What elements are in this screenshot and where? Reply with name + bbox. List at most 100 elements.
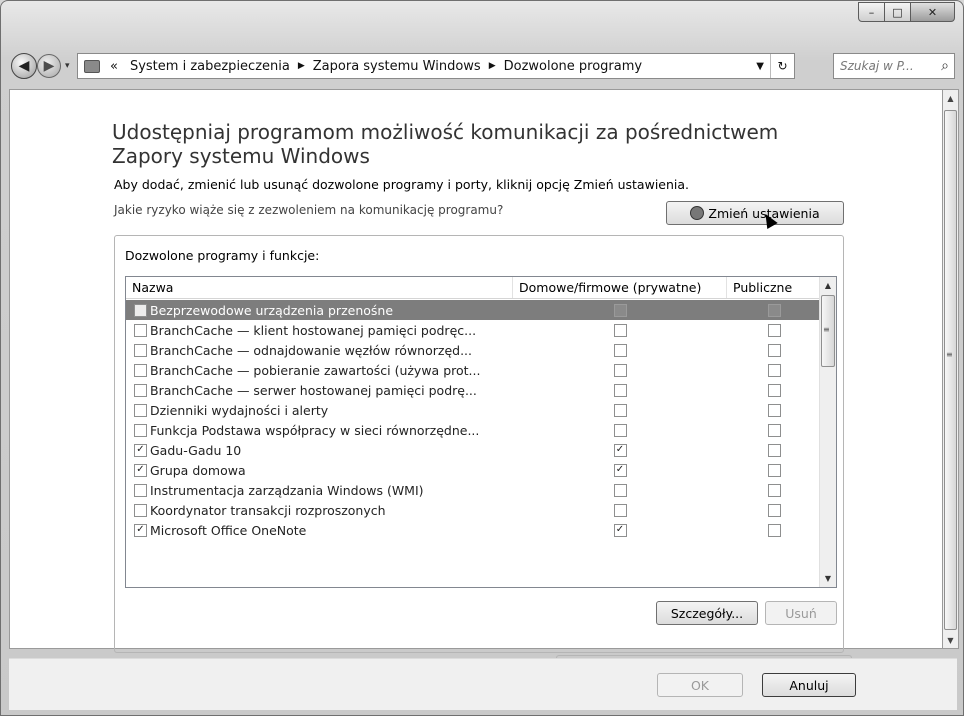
private-network-checkbox[interactable] <box>613 403 627 417</box>
close-button[interactable]: ✕ <box>911 2 955 22</box>
program-row[interactable]: Dzienniki wydajności i alerty <box>126 400 821 420</box>
details-button[interactable]: Szczegóły... <box>656 601 758 625</box>
private-network-cell <box>513 483 727 497</box>
breadcrumb-allowed-programs[interactable]: Dozwolone programy <box>498 59 649 74</box>
program-enabled-checkbox[interactable] <box>134 363 147 377</box>
program-row[interactable]: BranchCache — serwer hostowanej pamięci … <box>126 380 821 400</box>
program-row[interactable]: Instrumentacja zarządzania Windows (WMI) <box>126 480 821 500</box>
private-network-checkbox[interactable] <box>613 323 627 337</box>
program-name: Microsoft Office OneNote <box>150 522 307 538</box>
program-enabled-cell: Instrumentacja zarządzania Windows (WMI) <box>126 483 513 498</box>
search-input[interactable]: Szukaj w P... ⌕ <box>833 53 955 79</box>
public-network-checkbox[interactable] <box>767 463 781 477</box>
forward-button[interactable]: ▶ <box>37 54 61 78</box>
breadcrumb-separator-icon[interactable]: ▶ <box>296 61 307 71</box>
program-enabled-checkbox[interactable]: ✓ <box>134 443 147 457</box>
program-enabled-checkbox[interactable] <box>134 343 147 357</box>
program-enabled-checkbox[interactable] <box>134 383 147 397</box>
private-network-checkbox[interactable] <box>613 363 627 377</box>
program-row[interactable]: ✓ Gadu-Gadu 10 ✓ <box>126 440 821 460</box>
scroll-down-arrow-icon[interactable]: ▼ <box>820 570 836 587</box>
breadcrumb-windows-firewall[interactable]: Zapora systemu Windows <box>307 59 487 74</box>
public-network-checkbox[interactable] <box>767 363 781 377</box>
search-icon[interactable]: ⌕ <box>941 58 949 74</box>
program-row[interactable]: Bezprzewodowe urządzenia przenośne <box>126 300 821 320</box>
column-header-name[interactable]: Nazwa <box>126 277 513 298</box>
public-network-checkbox[interactable] <box>767 443 781 457</box>
risk-help-link[interactable]: Jakie ryzyko wiąże się z zezwoleniem na … <box>114 203 503 217</box>
maximize-button[interactable]: □ <box>885 2 911 22</box>
cancel-button[interactable]: Anuluj <box>762 673 856 697</box>
page-scroll-thumb[interactable] <box>944 110 957 630</box>
list-scrollbar[interactable]: ▲ ≡ ▼ <box>819 277 836 587</box>
page-scroll-down-icon[interactable]: ▼ <box>943 632 958 648</box>
private-network-checkbox[interactable] <box>613 503 627 517</box>
program-row[interactable]: BranchCache — pobieranie zawartości (uży… <box>126 360 821 380</box>
column-header-private[interactable]: Domowe/firmowe (prywatne) <box>513 277 727 298</box>
public-network-checkbox[interactable] <box>767 483 781 497</box>
private-network-checkbox[interactable] <box>613 343 627 357</box>
ok-button[interactable]: OK <box>657 673 743 697</box>
private-network-checkbox[interactable] <box>613 483 627 497</box>
program-enabled-checkbox[interactable] <box>134 503 147 517</box>
program-enabled-checkbox[interactable] <box>134 303 147 317</box>
breadcrumb-separator-icon[interactable]: ▶ <box>487 61 498 71</box>
program-row[interactable]: Koordynator transakcji rozproszonych <box>126 500 821 520</box>
private-network-checkbox[interactable] <box>613 383 627 397</box>
program-enabled-cell: Dzienniki wydajności i alerty <box>126 403 513 418</box>
page-scrollbar[interactable]: ▲ ≡ ▼ <box>942 89 959 649</box>
private-network-cell <box>513 503 727 517</box>
public-network-checkbox[interactable] <box>767 403 781 417</box>
public-network-checkbox[interactable] <box>767 503 781 517</box>
public-network-cell <box>727 443 821 457</box>
program-enabled-checkbox[interactable]: ✓ <box>134 523 147 537</box>
program-name: Bezprzewodowe urządzenia przenośne <box>150 302 394 318</box>
window-controls: – □ ✕ <box>858 2 955 22</box>
private-network-checkbox[interactable]: ✓ <box>613 523 627 537</box>
public-network-cell <box>727 483 821 497</box>
public-network-checkbox[interactable] <box>767 323 781 337</box>
public-network-checkbox[interactable] <box>767 303 781 317</box>
remove-button[interactable]: Usuń <box>765 601 837 625</box>
breadcrumb-system-security[interactable]: System i zabezpieczenia <box>124 59 296 74</box>
minimize-button[interactable]: – <box>858 2 885 22</box>
change-settings-button[interactable]: Zmień ustawienia <box>666 201 844 225</box>
private-network-cell: ✓ <box>513 463 727 477</box>
programs-list[interactable]: Nazwa Domowe/firmowe (prywatne) Publiczn… <box>125 276 837 588</box>
public-network-checkbox[interactable] <box>767 523 781 537</box>
program-enabled-checkbox[interactable]: ✓ <box>134 463 147 477</box>
private-network-checkbox[interactable] <box>613 303 627 317</box>
page-scroll-up-icon[interactable]: ▲ <box>943 90 958 106</box>
private-network-checkbox[interactable]: ✓ <box>613 463 627 477</box>
program-row[interactable]: BranchCache — klient hostowanej pamięci … <box>126 320 821 340</box>
scroll-up-arrow-icon[interactable]: ▲ <box>820 277 836 294</box>
public-network-checkbox[interactable] <box>767 383 781 397</box>
program-row[interactable]: BranchCache — odnajdowanie węzłów równor… <box>126 340 821 360</box>
back-button[interactable]: ◀ <box>11 53 37 79</box>
private-network-checkbox[interactable]: ✓ <box>613 443 627 457</box>
program-row[interactable]: ✓ Grupa domowa ✓ <box>126 460 821 480</box>
program-enabled-checkbox[interactable] <box>134 403 147 417</box>
recent-pages-dropdown[interactable]: ▾ <box>65 61 70 71</box>
program-enabled-cell: ✓ Gadu-Gadu 10 <box>126 443 513 458</box>
public-network-cell <box>727 463 821 477</box>
program-row[interactable]: ✓ Microsoft Office OneNote ✓ <box>126 520 821 540</box>
program-enabled-checkbox[interactable] <box>134 323 147 337</box>
program-enabled-checkbox[interactable] <box>134 483 147 497</box>
program-enabled-checkbox[interactable] <box>134 423 147 437</box>
public-network-checkbox[interactable] <box>767 423 781 437</box>
breadcrumb-overflow[interactable]: « <box>104 59 124 74</box>
address-dropdown-icon[interactable]: ▼ <box>750 61 770 72</box>
public-network-cell <box>727 403 821 417</box>
column-header-public[interactable]: Publiczne <box>727 277 821 298</box>
program-row[interactable]: Funkcja Podstawa współpracy w sieci równ… <box>126 420 821 440</box>
page-scroll-grip-icon: ≡ <box>946 350 953 359</box>
program-enabled-cell: Funkcja Podstawa współpracy w sieci równ… <box>126 423 513 438</box>
program-name: Koordynator transakcji rozproszonych <box>150 502 386 518</box>
private-network-checkbox[interactable] <box>613 423 627 437</box>
public-network-cell <box>727 503 821 517</box>
address-bar[interactable]: « System i zabezpieczenia ▶ Zapora syste… <box>77 53 795 79</box>
public-network-checkbox[interactable] <box>767 343 781 357</box>
program-rows: Bezprzewodowe urządzenia przenośne Branch… <box>126 300 821 540</box>
refresh-icon[interactable]: ↻ <box>770 54 794 78</box>
